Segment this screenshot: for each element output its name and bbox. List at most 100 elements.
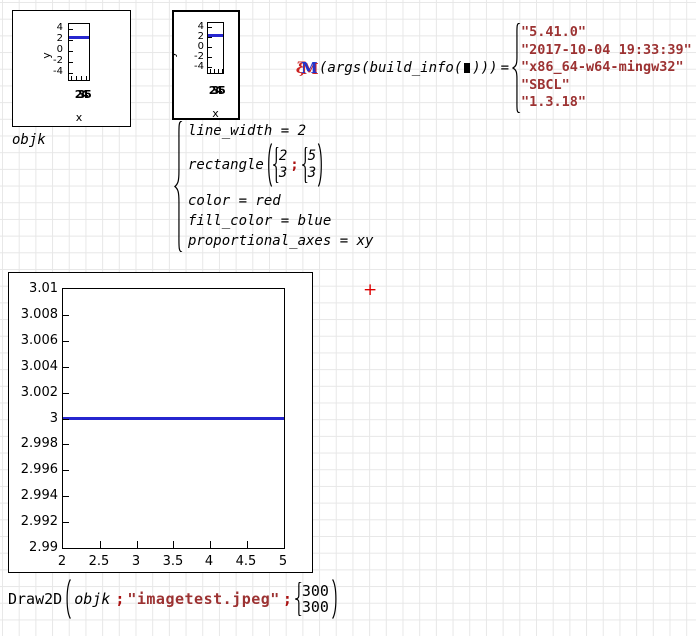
lhs-text-post: ))) (472, 60, 497, 76)
build-info-result-list: "5.41.0" "2017-10-04 19:33:39" "x86_64-w… (521, 24, 692, 112)
tick-mark (69, 51, 73, 52)
tick-mark (63, 367, 69, 368)
tick-mark (137, 541, 138, 548)
argument-separator: ; (287, 157, 301, 173)
x-tick-label: 2.5 (79, 554, 119, 569)
thumb2-axes (207, 22, 224, 74)
tick-mark (63, 470, 69, 471)
tick-mark (208, 47, 212, 48)
tick-mark (63, 315, 69, 316)
setting-rectangle: rectangle 2 3 ; 5 3 (188, 141, 373, 189)
worksheet-canvas[interactable]: 4 2 0 -2 -4 2345 x y 4 2 0 -2 -4 2345 x … (0, 0, 696, 636)
draw2d-expression[interactable]: Draw2D objk ; "imagetest.jpeg" ; 300 300 (8, 577, 339, 621)
main-plot-axes (62, 288, 285, 549)
y-tick-label: 3.008 (12, 307, 58, 322)
tick-mark (69, 62, 73, 63)
x-tick-label: 2 (42, 554, 82, 569)
result-version: "5.41.0" (521, 24, 692, 42)
tick-mark (208, 27, 212, 28)
y-axis-label: y (40, 52, 53, 59)
tick-mark (63, 522, 69, 523)
y-tick-label: -4 (176, 61, 204, 72)
y-tick-label: 3.002 (12, 385, 58, 400)
thumb1-data-line (69, 36, 89, 39)
tick-mark (214, 69, 215, 73)
right-paren (317, 143, 324, 187)
equals-sign: = (501, 60, 509, 76)
result-lisp-name: "SBCL" (521, 77, 692, 95)
tick-mark (63, 393, 69, 394)
left-paren (266, 143, 273, 187)
left-curly-brace (174, 121, 183, 252)
tick-mark (71, 76, 72, 80)
x-tick-label: 5 (263, 554, 303, 569)
draw2d-function-name: Draw2D (8, 590, 62, 608)
argument-separator: ; (112, 590, 127, 608)
setting-fill-color: fill_color = blue (188, 211, 373, 231)
build-info-lhs: (args(build_info())) (319, 60, 498, 76)
x-tick-label: 4.5 (226, 554, 266, 569)
empty-placeholder-square[interactable] (464, 63, 470, 73)
y-tick-label: 2.998 (12, 436, 58, 451)
plot-region-thumbnail-2[interactable]: 4 2 0 -2 -4 2345 x y (172, 10, 240, 120)
setting-proportional-axes: proportional_axes = xy (188, 231, 373, 251)
y-tick-label: 3 (12, 411, 58, 426)
lhs-text-pre: (args(build_info( (319, 60, 462, 76)
insertion-cursor-plus[interactable]: + (363, 280, 377, 300)
x-axis-label: x (207, 107, 224, 120)
maxima-build-info-expression[interactable]: ξM (args(build_info())) = "5.41.0" "2017… (296, 20, 692, 116)
tick-mark (69, 29, 73, 30)
result-lisp-version: "1.3.18" (521, 94, 692, 112)
tick-mark (247, 541, 248, 548)
rect-point1-x: 2 (279, 148, 287, 165)
rect-point2-y: 3 (308, 165, 316, 182)
plot-region-main[interactable]: 3.01 3.008 3.006 3.004 3.002 3 2.998 2.9… (8, 272, 313, 573)
setting-color: color = red (188, 191, 373, 211)
main-plot-data-line (63, 417, 284, 420)
objk-variable[interactable]: objk (12, 132, 46, 148)
x-axis-label: x (68, 111, 90, 124)
left-curly-brace (295, 582, 302, 616)
rect-point1-y: 3 (279, 165, 287, 182)
maxima-logo-icon: ξM (296, 59, 317, 77)
tick-mark (208, 57, 212, 58)
tick-mark (222, 69, 223, 73)
left-paren (64, 579, 72, 619)
x-tick-labels-overlapping: 2345 (65, 88, 97, 101)
tick-mark (69, 40, 73, 41)
tick-mark (63, 341, 69, 342)
thumb1-axes (68, 23, 90, 81)
draw2d-arg-object: objk (72, 590, 112, 608)
tick-mark (69, 73, 73, 74)
y-tick-label: 3.004 (12, 359, 58, 374)
y-tick-label: 3.01 (12, 281, 58, 296)
result-build-date: "2017-10-04 19:33:39" (521, 42, 692, 60)
tick-mark (63, 496, 69, 497)
argument-separator: ; (280, 590, 295, 608)
draw2d-size-width: 300 (302, 583, 329, 599)
tick-mark (63, 444, 69, 445)
x-tick-label: 3 (116, 554, 156, 569)
tick-mark (173, 541, 174, 548)
y-tick-label: 2.992 (12, 514, 58, 529)
rect-point2-x: 5 (308, 148, 316, 165)
plot-settings-list[interactable]: line_width = 2 rectangle 2 3 ; 5 3 color… (174, 121, 373, 252)
tick-mark (86, 76, 87, 80)
y-tick-label: 2.996 (12, 462, 58, 477)
tick-mark (218, 69, 219, 73)
y-tick-label: -4 (15, 66, 63, 77)
tick-mark (210, 69, 211, 73)
y-tick-label: 2 (15, 33, 63, 44)
plot-region-thumbnail-1[interactable]: 4 2 0 -2 -4 2345 x y (12, 10, 131, 127)
left-curly-brace (512, 23, 521, 113)
tick-mark (208, 67, 212, 68)
y-axis-label: y (172, 51, 178, 58)
rectangle-function-name: rectangle (188, 157, 264, 173)
y-tick-label: 2.994 (12, 488, 58, 503)
tick-mark (100, 541, 101, 548)
x-tick-label: 4 (189, 554, 229, 569)
tick-mark (76, 76, 77, 80)
y-tick-label: 4 (15, 22, 63, 33)
tick-mark (210, 541, 211, 548)
draw2d-filename-string: "imagetest.jpeg" (127, 590, 280, 608)
